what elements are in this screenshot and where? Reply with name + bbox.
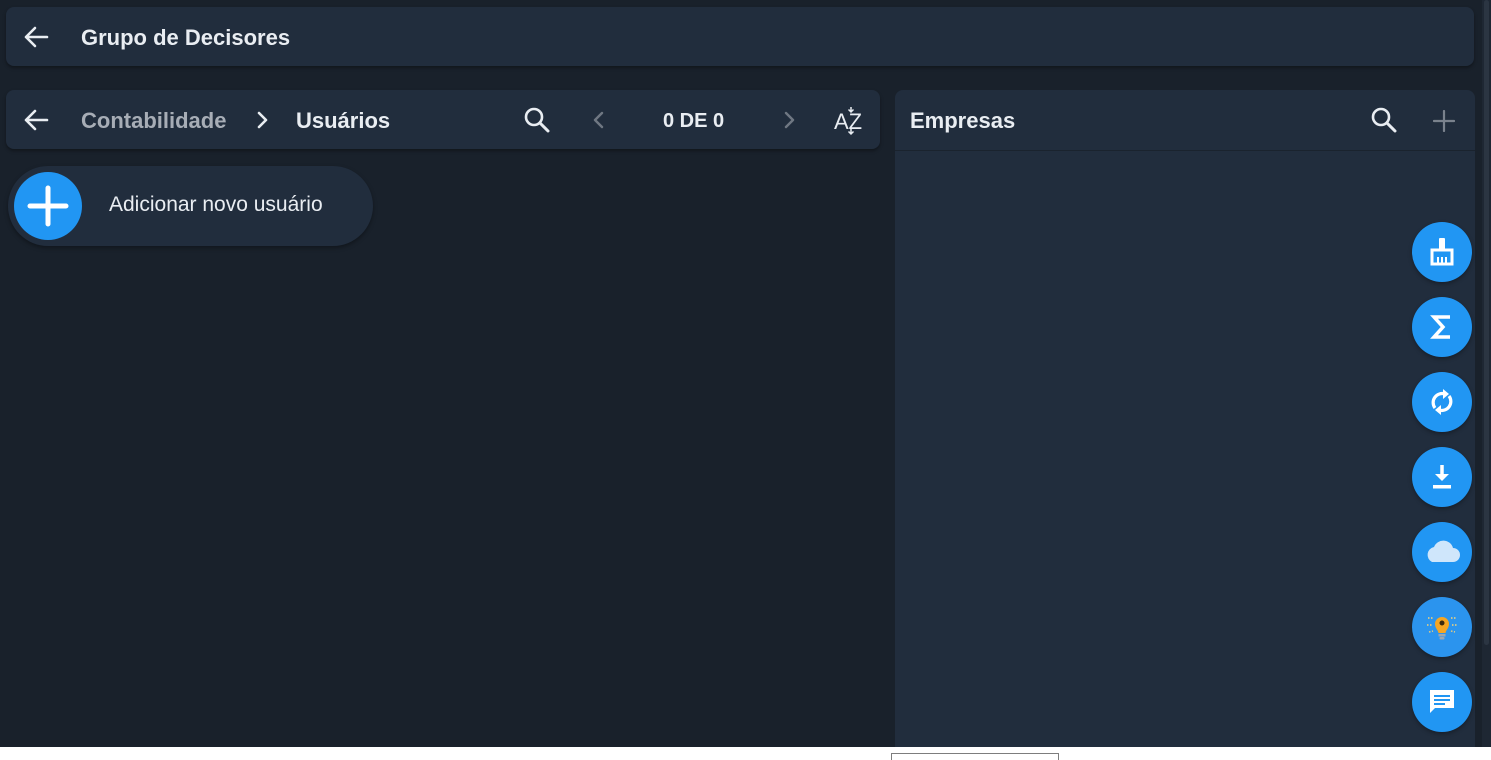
companies-panel: Empresas: [895, 90, 1475, 747]
plus-icon: [1433, 110, 1455, 132]
chevron-right-icon: [253, 108, 273, 132]
scrollbar-thumb[interactable]: [1484, 0, 1489, 645]
arrow-left-icon: [24, 26, 49, 48]
companies-search-button[interactable]: [1367, 104, 1401, 136]
search-icon: [1371, 107, 1397, 133]
chat-button[interactable]: [1412, 672, 1472, 732]
lightbulb-icon: [1427, 617, 1457, 640]
pagination-status: 0 DE 0: [663, 110, 725, 132]
add-user-button[interactable]: Adicionar novo usuário: [8, 166, 373, 246]
breadcrumb-back-button[interactable]: [18, 104, 54, 136]
previous-page-button[interactable]: [586, 106, 610, 134]
users-toolbar: Contabilidade Usuários 0 DE 0 AZ: [6, 90, 880, 149]
search-icon: [524, 107, 550, 133]
clean-button[interactable]: [1412, 222, 1472, 282]
sync-icon: [1431, 389, 1453, 415]
sort-az-button[interactable]: AZ: [832, 102, 868, 138]
cloud-icon: [1427, 540, 1460, 562]
tips-button[interactable]: [1412, 597, 1472, 657]
svg-text:AZ: AZ: [834, 109, 862, 134]
add-company-button[interactable]: [1428, 106, 1460, 136]
download-icon: [1433, 465, 1451, 489]
totals-button[interactable]: [1412, 297, 1472, 357]
chat-icon: [1430, 690, 1454, 713]
companies-title: Empresas: [910, 108, 1016, 133]
breadcrumb-current: Usuários: [296, 108, 391, 133]
add-user-label: Adicionar novo usuário: [109, 193, 323, 216]
back-button[interactable]: [18, 21, 54, 53]
sort-az-icon: AZ: [834, 107, 862, 136]
arrow-left-icon: [24, 109, 49, 131]
breadcrumb-parent[interactable]: Contabilidade: [81, 108, 226, 134]
refresh-button[interactable]: [1412, 372, 1472, 432]
next-page-button[interactable]: [778, 106, 802, 134]
cloud-button[interactable]: [1412, 522, 1472, 582]
search-button[interactable]: [520, 104, 554, 136]
chevron-right-icon: [784, 111, 795, 129]
page-title: Grupo de Decisores: [81, 25, 291, 50]
sigma-icon: [1430, 315, 1450, 339]
broom-icon: [1430, 238, 1454, 266]
scrollbar[interactable]: [1482, 0, 1491, 747]
top-bar: Grupo de Decisores: [6, 7, 1474, 66]
download-button[interactable]: [1412, 447, 1472, 507]
chevron-left-icon: [593, 111, 604, 129]
plus-icon: [14, 172, 82, 240]
app-window: Grupo de Decisores Contabilidade Usuário…: [0, 0, 1491, 747]
companies-header: Empresas: [895, 90, 1475, 151]
